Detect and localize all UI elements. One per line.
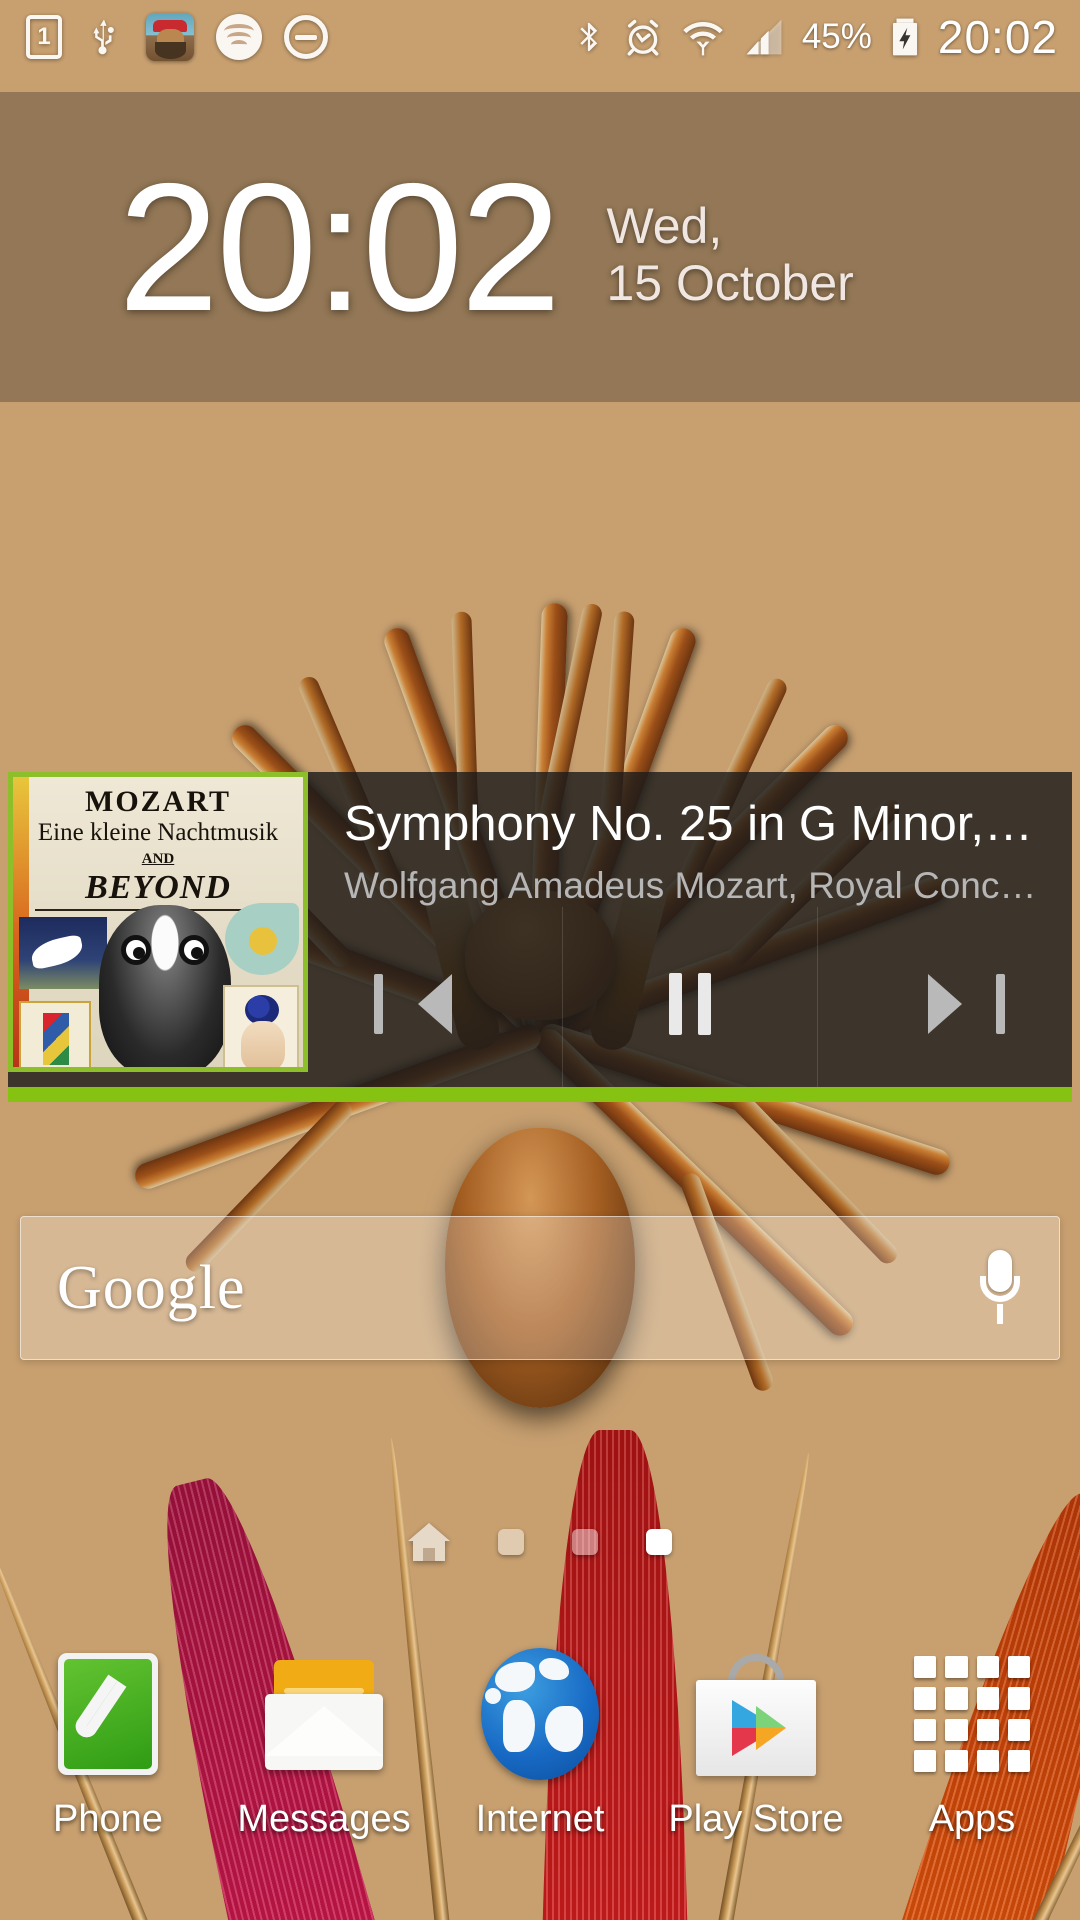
album-art-subtitle: Eine kleine Nachtmusik (37, 819, 279, 846)
google-search-bar[interactable]: Google (20, 1216, 1060, 1360)
dock-label-apps: Apps (928, 1798, 1016, 1840)
google-logo: Google (57, 1253, 246, 1322)
album-art-title-mozart: MOZART (85, 785, 231, 818)
dock-label-messages: Messages (237, 1798, 411, 1840)
clock-widget-date: Wed, 15 October (606, 182, 853, 312)
previous-icon (374, 974, 452, 1035)
clock-widget-day-month: 15 October (606, 255, 854, 311)
sim-card-indicator: 1 (26, 15, 62, 59)
signal-icon (746, 19, 782, 55)
album-art-and: AND (141, 851, 175, 867)
pause-icon (669, 973, 711, 1036)
status-bar-clock: 20:02 (937, 11, 1058, 63)
track-artist: Wolfgang Amadeus Mozart, Royal Concertg.… (344, 864, 1046, 906)
status-bar-left-icons: 1 (0, 13, 328, 61)
next-icon (928, 974, 1005, 1035)
do-not-disturb-icon (284, 15, 328, 59)
dock-item-apps[interactable]: Apps (864, 1640, 1080, 1920)
album-art-owl-illustration (99, 905, 231, 1067)
music-controls (308, 906, 1072, 1102)
dock: Phone Messages Internet Play Store Apps (0, 1640, 1080, 1920)
dock-label-phone: Phone (53, 1798, 163, 1840)
page-dot-2[interactable] (572, 1529, 598, 1555)
microphone-icon[interactable] (977, 1250, 1023, 1326)
app-grid-icon (906, 1648, 1038, 1780)
dock-item-messages[interactable]: Messages (216, 1640, 432, 1920)
album-art-harlequin-illustration (19, 1001, 91, 1067)
dock-item-play-store[interactable]: Play Store (648, 1640, 864, 1920)
dock-label-play-store: Play Store (668, 1798, 844, 1840)
track-title: Symphony No. 25 in G Minor, K... (344, 798, 1046, 851)
album-art-moon-illustration (225, 903, 299, 975)
page-dot-1[interactable] (498, 1529, 524, 1555)
usb-icon (93, 19, 114, 55)
phone-icon (42, 1648, 174, 1780)
status-bar-right-icons: 45% 20:02 (572, 12, 1080, 62)
dock-item-internet[interactable]: Internet (432, 1640, 648, 1920)
dock-item-phone[interactable]: Phone (0, 1640, 216, 1920)
playback-progress-fill (8, 1087, 1072, 1102)
shopping-bag-icon (690, 1648, 822, 1780)
clock-widget-weekday: Wed, (606, 198, 723, 254)
dock-label-internet: Internet (475, 1798, 605, 1840)
next-track-button[interactable] (817, 906, 1072, 1102)
battery-charging-icon (892, 18, 917, 56)
album-art-dove-illustration (19, 917, 107, 989)
album-art-hand-illustration (223, 985, 299, 1067)
page-dot-3-active[interactable] (646, 1529, 672, 1555)
alarm-icon (627, 19, 659, 56)
clock-widget-time: 20:02 (118, 145, 561, 349)
album-art-beyond: BEYOND (85, 869, 231, 906)
clock-widget[interactable]: 20:02 Wed, 15 October (0, 92, 1080, 402)
music-player-widget[interactable]: MOZART Eine kleine Nachtmusik AND BEYOND… (8, 772, 1072, 1102)
spotify-icon (216, 14, 262, 60)
album-art[interactable]: MOZART Eine kleine Nachtmusik AND BEYOND (8, 772, 308, 1072)
music-widget-info: Symphony No. 25 in G Minor, K... Wolfgan… (308, 772, 1072, 1102)
envelope-icon (258, 1648, 390, 1780)
playback-progress-bar[interactable] (8, 1087, 1072, 1102)
wifi-icon (683, 22, 723, 56)
music-widget-text: Symphony No. 25 in G Minor, K... Wolfgan… (308, 772, 1072, 907)
globe-icon (474, 1648, 606, 1780)
pause-button[interactable] (562, 906, 817, 1102)
page-indicator (0, 1512, 1080, 1572)
home-icon[interactable] (408, 1523, 450, 1561)
bluetooth-icon (580, 22, 598, 52)
game-app-icon (146, 13, 194, 61)
battery-percentage: 45% (801, 17, 872, 56)
previous-track-button[interactable] (308, 907, 562, 1102)
status-bar[interactable]: 1 45% 20:02 (0, 0, 1080, 74)
